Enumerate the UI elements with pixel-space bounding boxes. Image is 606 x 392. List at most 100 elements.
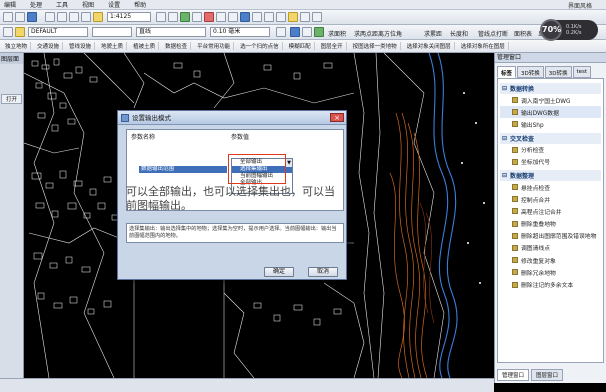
tree-item[interactable]: 坐标加代号 — [500, 156, 601, 168]
tab-3d-convert-a[interactable]: 3D转换 — [517, 66, 544, 78]
right-panel: 管理窗口 标签 3D转换 3D转换 test ⊟ 数据转换 调入南宁国土DWG 输… — [494, 53, 606, 383]
tab-3d-convert-b[interactable]: 3D转换 — [544, 66, 572, 78]
undo-icon[interactable] — [93, 12, 103, 22]
refresh-icon[interactable] — [300, 12, 310, 22]
match-icon[interactable] — [216, 12, 226, 22]
tb3-item-3[interactable]: 地貌土质 — [98, 42, 128, 50]
cut-icon[interactable] — [57, 12, 67, 22]
menu-item-edit[interactable]: 编辑 — [4, 0, 16, 9]
tb3-item-7[interactable]: 选一个扫的点信 — [237, 42, 283, 50]
ok-button[interactable]: 确定 — [264, 267, 294, 277]
menu-item-help[interactable]: 帮助 — [134, 0, 146, 9]
tool-pipe-break[interactable]: 管线点打断 — [478, 29, 508, 38]
tb3-item-8[interactable]: 模糊匹配 — [286, 42, 315, 50]
dialog-close-button[interactable]: × — [330, 113, 344, 122]
tree-item[interactable]: 调入南宁国土DWG — [500, 94, 601, 106]
left-panel-open-button[interactable]: 打开 — [1, 94, 22, 104]
menu-item-view[interactable]: 视图 — [82, 0, 94, 9]
tree-item[interactable]: 删除冗余地物 — [500, 266, 601, 278]
pan-icon[interactable] — [168, 12, 178, 22]
left-panel: 图层面 打开 — [0, 53, 24, 378]
tool-area-table[interactable]: 面积表 — [514, 29, 532, 38]
dialog-hint: 选择集输出：输出选择集中的地物；选择集为空时，提示用户选择。当前图幅输出：输出当… — [126, 223, 344, 243]
menu-item-settings[interactable]: 设置 — [108, 0, 120, 9]
chevron-down-icon[interactable]: ▼ — [285, 159, 292, 167]
toolbar-main: 1:4125 — [0, 10, 606, 25]
help-icon[interactable] — [312, 12, 322, 22]
section-data-cleanup[interactable]: ⊟ 数据整理 — [500, 169, 601, 181]
copy-icon[interactable] — [69, 12, 79, 22]
section-cross-check[interactable]: ⊟ 交叉检查 — [500, 132, 601, 144]
section-data-convert[interactable]: ⊟ 数据转换 — [500, 83, 601, 94]
tree-item-export-dwg[interactable]: 输出DWG数据 — [500, 106, 601, 119]
layer-state-icon[interactable] — [15, 27, 25, 37]
tree-item[interactable]: 删除超出图廓范围及错误地物 — [500, 230, 601, 242]
print-icon[interactable] — [45, 12, 55, 22]
open-file-icon[interactable] — [15, 12, 25, 22]
tab-layer-window[interactable]: 图层窗口 — [531, 369, 564, 381]
measure-icon[interactable] — [252, 12, 262, 22]
section-title: 交叉检查 — [510, 135, 535, 143]
color-combo[interactable] — [92, 27, 132, 37]
tb3-item-0[interactable]: 独立地物 — [2, 42, 32, 50]
tree-item[interactable]: 调图清线点 — [500, 242, 601, 254]
paste-icon[interactable] — [81, 12, 91, 22]
function-icon — [512, 196, 518, 203]
ortho-icon[interactable] — [276, 12, 286, 22]
tb3-item-1[interactable]: 交通设施 — [34, 42, 64, 50]
annotation-highlight-box — [228, 154, 286, 184]
tree-item[interactable]: 高程点注记合并 — [500, 205, 601, 217]
tb3-item-5[interactable]: 数据检查 — [162, 42, 192, 50]
menu-item-process[interactable]: 处理 — [30, 0, 42, 9]
save-icon[interactable] — [27, 12, 37, 22]
tree-item[interactable]: 输出Shp — [500, 118, 601, 130]
bylayer-icon[interactable] — [302, 27, 312, 37]
tool-area[interactable]: 求面积 — [328, 29, 346, 38]
section-title: 数据整理 — [510, 172, 535, 180]
highlight-icon[interactable] — [288, 12, 298, 22]
tb3-item-10[interactable]: 按图选择一类地物 — [350, 42, 401, 50]
cancel-button[interactable]: 取消 — [308, 267, 338, 277]
tree-item[interactable]: 删除重叠地物 — [500, 218, 601, 230]
stop-icon[interactable] — [204, 12, 214, 22]
tb3-item-2[interactable]: 管线设施 — [66, 42, 96, 50]
linetype-scale-icon[interactable] — [290, 27, 300, 37]
tree-item[interactable]: 控制点合并 — [500, 193, 601, 205]
tb3-item-6[interactable]: 平台常用功能 — [194, 42, 235, 50]
dialog-titlebar[interactable]: 设置输出模式 × — [118, 111, 346, 125]
linetype-combo[interactable]: 直线 — [136, 27, 206, 37]
tool-cumulative-distance[interactable]: 求累距 — [424, 29, 442, 38]
area-icon[interactable] — [314, 27, 324, 37]
tree-item[interactable]: 分析检查 — [500, 144, 601, 156]
tb3-item-11[interactable]: 选择对象关闭图层 — [404, 42, 455, 50]
network-speed-widget[interactable]: 70% 0.1K/s 0.2K/s — [540, 19, 598, 41]
tab-labels[interactable]: 标签 — [497, 66, 517, 78]
tool-distance-bearing[interactable]: 求两点距离方位角 — [354, 29, 402, 38]
tb3-item-9[interactable]: 图层全开 — [318, 42, 347, 50]
tool-length-sum[interactable]: 长度和 — [450, 29, 468, 38]
scale-combo[interactable]: 1:4125 — [107, 12, 151, 22]
tree-item[interactable]: 悬挂点检查 — [500, 181, 601, 193]
collapse-icon: ⊟ — [502, 171, 508, 179]
properties-icon[interactable] — [192, 12, 202, 22]
layer-combo[interactable]: DEFAULT — [28, 27, 88, 37]
tb3-item-12[interactable]: 选择对象所在图层 — [458, 42, 509, 50]
tb3-item-4[interactable]: 植被土质 — [130, 42, 160, 50]
tab-test[interactable]: test — [572, 66, 592, 78]
function-icon — [512, 257, 518, 264]
tree-item[interactable]: 删除注记的多余文本 — [500, 278, 601, 290]
plot-style-icon[interactable] — [276, 27, 286, 37]
tab-manage-window[interactable]: 管理窗口 — [497, 369, 530, 381]
param-row-output-range[interactable]: 数据输出范围 — [139, 166, 227, 173]
layer-props-icon[interactable] — [3, 27, 13, 37]
layer-icon[interactable] — [180, 12, 190, 22]
new-file-icon[interactable] — [3, 12, 13, 22]
collapse-icon: ⊟ — [502, 85, 508, 92]
zoom-icon[interactable] — [156, 12, 166, 22]
snap-icon[interactable] — [264, 12, 274, 22]
lineweight-combo[interactable]: 0.10 毫米 — [210, 27, 270, 37]
tree-item[interactable]: 修改重复对象 — [500, 254, 601, 266]
select-icon[interactable] — [240, 12, 250, 22]
menu-item-tools[interactable]: 工具 — [56, 0, 68, 9]
grid-icon[interactable] — [228, 12, 238, 22]
